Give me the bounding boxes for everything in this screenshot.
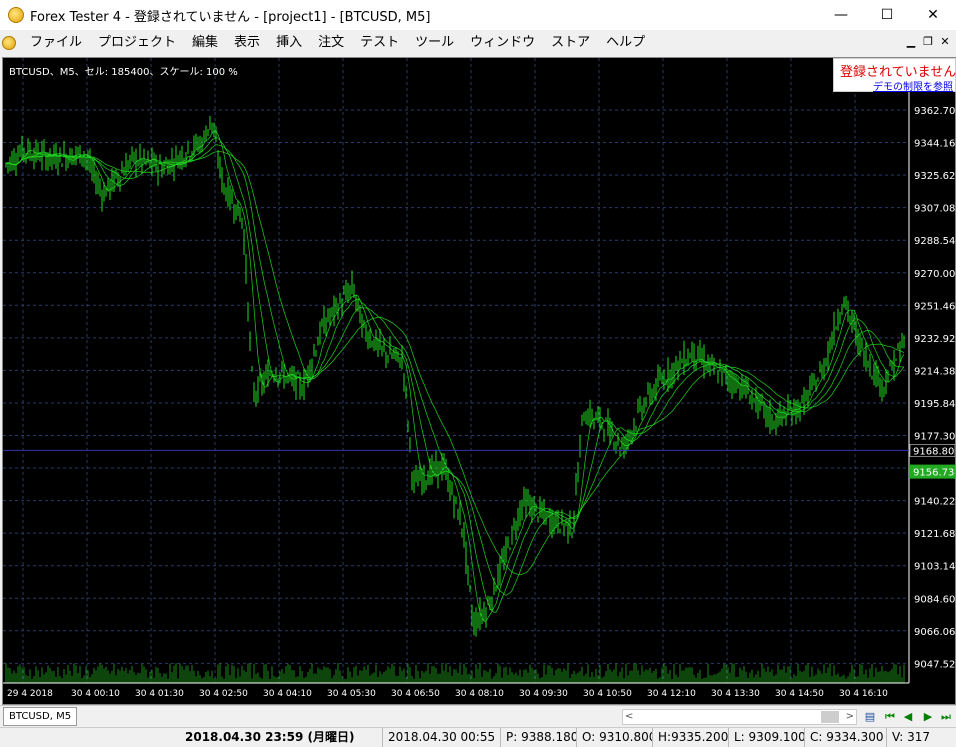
menu-store[interactable]: ストア: [543, 30, 598, 55]
hline-price-label: 9168.800: [913, 446, 955, 457]
menu-project[interactable]: プロジェクト: [90, 30, 184, 55]
price-tick-label: 9288.540: [914, 236, 955, 247]
status-high: H:9335.200(: [652, 728, 728, 747]
chart-window[interactable]: 9362.700 9344.160 9325.620 9307.080 9288.540…: [2, 57, 956, 705]
moving-average-line: [5, 137, 905, 613]
time-tick-label: 30 4 08:10: [455, 689, 504, 699]
status-price: P: 9388.180: [500, 728, 576, 747]
first-bar-icon[interactable]: ⏮: [882, 708, 898, 726]
menu-help[interactable]: ヘルプ: [598, 30, 653, 55]
price-tick-label: 9214.380: [914, 366, 955, 377]
time-tick-label: 30 4 06:50: [391, 689, 440, 699]
chart-tab-bar: BTCUSD, M5 < > ▤ ⏮ ◀ ▶ ⏭: [0, 705, 956, 727]
price-tick-label: 9325.620: [914, 171, 955, 182]
chart-list-icon[interactable]: ▤: [862, 708, 878, 726]
close-button[interactable]: ✕: [910, 0, 956, 30]
scroll-left-icon[interactable]: <: [625, 710, 633, 724]
menu-tools[interactable]: ツール: [407, 30, 462, 55]
app-logo-icon: [8, 7, 24, 23]
moving-average-line: [5, 130, 905, 622]
current-price-label: 9156.734: [913, 468, 955, 479]
time-tick-label: 30 4 01:30: [135, 689, 184, 699]
time-tick-label: 30 4 14:50: [775, 689, 824, 699]
horizontal-scrollbar[interactable]: < >: [622, 709, 857, 725]
chart-info-label: BTCUSD、M5、セル: 185400、スケール: 100 %: [9, 67, 238, 78]
price-tick-label: 9344.160: [914, 139, 955, 150]
price-tick-label: 9362.700: [914, 106, 955, 117]
scroll-right-icon[interactable]: >: [846, 710, 854, 724]
price-tick-label: 9140.220: [914, 497, 955, 508]
price-tick-label: 9307.080: [914, 204, 955, 215]
status-volume: V: 317: [886, 728, 956, 747]
price-tick-label: 9195.840: [914, 399, 955, 410]
time-tick-label: 30 4 09:30: [519, 689, 568, 699]
menu-insert[interactable]: 挿入: [268, 30, 310, 55]
moving-average-line: [5, 151, 905, 576]
time-tick-label: 30 4 02:50: [199, 689, 248, 699]
prev-bar-icon[interactable]: ◀: [900, 708, 916, 726]
price-tick-label: 9232.920: [914, 334, 955, 345]
last-bar-icon[interactable]: ⏭: [938, 708, 954, 726]
document-icon[interactable]: [2, 35, 16, 50]
price-tick-label: 9270.000: [914, 269, 955, 280]
time-tick-label: 30 4 12:10: [647, 689, 696, 699]
status-bar-time: 2018.04.30 00:55: [382, 728, 500, 747]
scroll-thumb[interactable]: [821, 711, 839, 723]
status-datetime: 2018.04.30 23:59 (月曜日): [185, 730, 355, 744]
time-tick-label: 30 4 16:10: [839, 689, 888, 699]
mdi-minimize-button[interactable]: ▁: [904, 35, 918, 48]
status-close: C: 9334.300: [804, 728, 886, 747]
price-chart[interactable]: 9362.700 9344.160 9325.620 9307.080 9288.540…: [3, 58, 955, 704]
time-tick-label: 30 4 00:10: [71, 689, 120, 699]
price-tick-label: 9121.680: [914, 529, 955, 540]
mdi-close-button[interactable]: ✕: [938, 35, 952, 48]
next-bar-icon[interactable]: ▶: [920, 708, 936, 726]
menu-view[interactable]: 表示: [226, 30, 268, 55]
price-tick-label: 9251.460: [914, 301, 955, 312]
menu-file[interactable]: ファイル: [22, 30, 90, 55]
menu-order[interactable]: 注文: [310, 30, 352, 55]
mdi-restore-button[interactable]: ❐: [921, 35, 935, 48]
minimize-button[interactable]: —: [818, 0, 864, 30]
demo-notice-box: 登録されていません デモの制限を参照: [833, 58, 956, 93]
title-bar: Forex Tester 4 - 登録されていません - [project1] …: [0, 0, 956, 30]
time-tick-label: 30 4 04:10: [263, 689, 312, 699]
status-open: O: 9310.800: [576, 728, 652, 747]
price-tick-label: 9084.600: [914, 594, 955, 605]
price-tick-label: 9103.140: [914, 562, 955, 573]
menu-window[interactable]: ウィンドウ: [462, 30, 543, 55]
demo-limits-link[interactable]: デモの制限を参照: [873, 78, 953, 93]
menu-bar: ファイル プロジェクト 編集 表示 挿入 注文 テスト ツール ウィンドウ スト…: [0, 30, 956, 55]
menu-edit[interactable]: 編集: [184, 30, 226, 55]
maximize-button[interactable]: ☐: [864, 0, 910, 30]
time-tick-label: 30 4 05:30: [327, 689, 376, 699]
time-tick-label: 30 4 13:30: [711, 689, 760, 699]
window-title: Forex Tester 4 - 登録されていません - [project1] …: [30, 9, 431, 25]
menu-test[interactable]: テスト: [352, 30, 407, 55]
status-low: L: 9309.100(: [728, 728, 804, 747]
time-tick-label: 30 4 10:50: [583, 689, 632, 699]
price-tick-label: 9066.060: [914, 627, 955, 638]
price-tick-label: 9047.520: [914, 659, 955, 670]
tab-btcusd-m5[interactable]: BTCUSD, M5: [3, 707, 78, 726]
price-tick-label: 9177.300: [914, 432, 955, 443]
time-tick-label: 29 4 2018: [7, 689, 53, 699]
status-bar: 2018.04.30 23:59 (月曜日) 2018.04.30 00:55 …: [0, 727, 956, 747]
